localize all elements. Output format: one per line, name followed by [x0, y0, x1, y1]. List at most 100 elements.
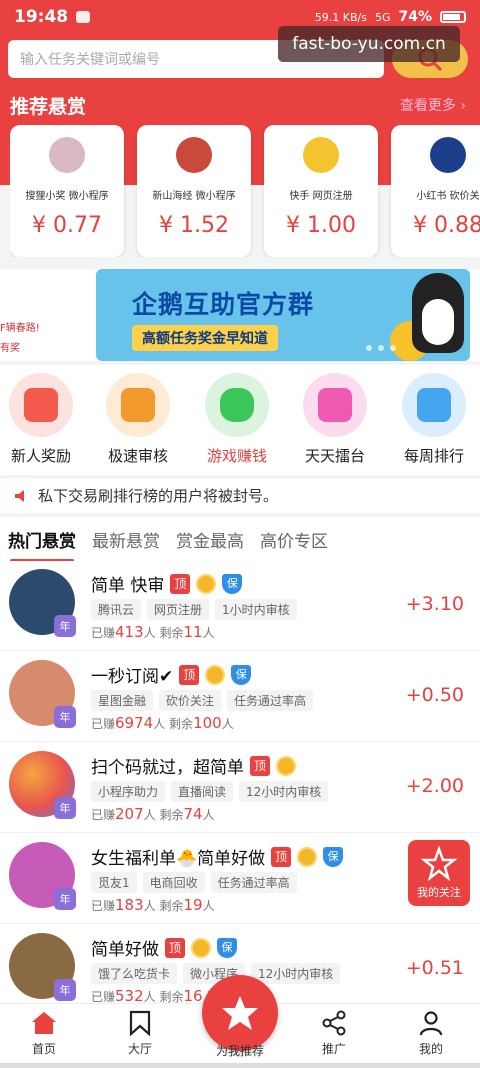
task-tag: 任务通过率高 — [210, 872, 297, 893]
nav-mine[interactable]: 我的 — [396, 1010, 466, 1057]
card-price: ¥ 1.00 — [286, 213, 356, 238]
year-badge: 年 — [54, 888, 76, 910]
task-tag: 直播阅读 — [171, 781, 234, 802]
speaker-icon — [15, 489, 24, 502]
banner-pagination — [366, 345, 396, 351]
quick-new-user-reward[interactable]: 新人奖励 — [0, 373, 82, 466]
tab-highest[interactable]: 赏金最高 — [176, 527, 244, 552]
net-speed: 59.1 KB/s — [314, 10, 367, 24]
top-badge: 顶 — [165, 937, 185, 958]
recommend-card[interactable]: 新山海经 微小程序 ¥ 1.52 — [137, 125, 251, 257]
coin-icon — [205, 664, 226, 685]
top-badge: 顶 — [250, 755, 270, 776]
quick-label: 极速审核 — [107, 447, 168, 465]
banner-prev-peek: F辆春路! 有奖 — [0, 269, 90, 361]
banner-subtitle: 高额任务奖金早知道 — [132, 325, 278, 351]
task-title: 一秒订阅✔ — [91, 667, 174, 687]
tab-latest[interactable]: 最新悬赏 — [92, 527, 160, 552]
task-reward: +0.50 — [405, 684, 464, 706]
penguin-icon — [412, 273, 464, 353]
document-icon — [121, 388, 155, 422]
tab-hot[interactable]: 热门悬赏 — [8, 527, 76, 562]
quick-label: 每周排行 — [403, 447, 464, 465]
guarantee-badge: 保 — [222, 573, 243, 594]
quick-label: 游戏赚钱 — [206, 447, 267, 465]
top-badge: 顶 — [170, 573, 191, 594]
app-logo-icon — [430, 137, 466, 173]
task-stats: 已赚183人 剩余19人 — [91, 896, 215, 914]
coin-icon — [297, 846, 318, 867]
recommend-fab-button[interactable] — [202, 975, 278, 1051]
task-row[interactable]: 年 扫个码就过，超简单 顶 小程序助力 直播阅读 12小时内审核 已赚207人 … — [0, 743, 480, 833]
follow-label: 我的关注 — [417, 886, 461, 899]
nav-home[interactable]: 首页 — [9, 1010, 79, 1057]
gamepad-icon — [220, 388, 254, 422]
status-time: 19:48 — [14, 7, 69, 27]
banner-prev-text: 有奖 — [0, 343, 20, 354]
banner-title: 企鹅互助官方群 — [132, 290, 315, 319]
card-tags: 小红书 砍价关 — [416, 191, 480, 202]
task-tag: 12小时内审核 — [239, 781, 329, 802]
guarantee-badge: 保 — [217, 937, 237, 958]
quick-weekly-rank[interactable]: 每周排行 — [393, 373, 475, 466]
promo-banner[interactable]: F辆春路! 有奖 企鹅互助官方群 高额任务奖金早知道 — [0, 269, 480, 361]
task-tag: 网页注册 — [147, 599, 210, 620]
user-icon — [419, 1011, 443, 1036]
nav-hall[interactable]: 大厅 — [105, 1010, 175, 1057]
task-row[interactable]: 年 简单 快审 顶 保 腾讯云 网页注册 1小时内审核 已赚413人 剩余11人… — [0, 561, 480, 651]
task-stats: 已赚532人 剩余16人 — [91, 987, 215, 1003]
bar-chart-icon — [417, 388, 451, 422]
recommend-card[interactable]: 快手 网页注册 ¥ 1.00 — [264, 125, 378, 257]
my-follow-button[interactable]: 我的关注 — [408, 840, 470, 906]
task-tag: 星图金融 — [91, 690, 154, 711]
recommend-card[interactable]: 小红书 砍价关 ¥ 0.88 — [391, 125, 480, 257]
task-reward: +0.51 — [405, 957, 464, 979]
task-tag: 饿了么吃货卡 — [91, 963, 178, 984]
task-tag: 电商回收 — [142, 872, 205, 893]
tab-premium[interactable]: 高价专区 — [260, 527, 328, 552]
year-badge: 年 — [54, 797, 76, 819]
home-icon — [32, 1012, 56, 1034]
share-icon — [322, 1010, 346, 1036]
gesture-bar — [0, 1063, 480, 1068]
nav-label: 大厅 — [127, 1042, 152, 1056]
top-badge: 顶 — [179, 664, 200, 685]
recommend-card[interactable]: 搜狸小奖 微小程序 ¥ 0.77 — [10, 125, 124, 257]
banner-prev-text: F辆春路! — [0, 323, 40, 334]
signal-label: 5G — [374, 10, 391, 24]
battery-percent: 74% — [398, 9, 432, 25]
year-badge: 年 — [54, 615, 76, 637]
nav-label: 推广 — [321, 1042, 346, 1056]
notice-text: 私下交易刷排行榜的用户将被封号。 — [38, 487, 279, 505]
bookmark-icon — [129, 1010, 151, 1036]
coin-icon — [276, 755, 296, 776]
notice-bar[interactable]: 私下交易刷排行榜的用户将被封号。 — [0, 477, 480, 513]
nav-promote[interactable]: 推广 — [299, 1010, 369, 1057]
card-tags: 搜狸小奖 微小程序 — [25, 191, 109, 202]
star-icon — [222, 996, 258, 1030]
nav-recommend-label[interactable]: 为我推荐 — [190, 1042, 290, 1059]
view-more-link[interactable]: 查看更多 › — [400, 95, 466, 115]
nav-label: 我的 — [418, 1042, 443, 1056]
quick-label: 天天擂台 — [304, 447, 365, 465]
task-tag: 腾讯云 — [91, 599, 142, 620]
task-list: 年 简单 快审 顶 保 腾讯云 网页注册 1小时内审核 已赚413人 剩余11人… — [0, 561, 480, 1003]
task-title: 扫个码就过，超简单 — [91, 758, 244, 778]
coin-icon — [191, 937, 211, 958]
card-tags: 新山海经 微小程序 — [152, 191, 236, 202]
quick-daily-arena[interactable]: 天天擂台 — [294, 373, 376, 466]
task-row[interactable]: 年 一秒订阅✔ 顶 保 星图金融 砍价关注 任务通过率高 已赚6974人 剩余1… — [0, 652, 480, 742]
coin-icon — [196, 573, 217, 594]
app-logo-icon — [49, 137, 85, 173]
quick-game-earn[interactable]: 游戏赚钱 — [196, 373, 278, 466]
nav-label: 首页 — [31, 1042, 56, 1056]
quick-fast-review[interactable]: 极速审核 — [97, 373, 179, 466]
top-badge: 顶 — [271, 846, 292, 867]
task-title: 简单好做 — [91, 940, 159, 960]
card-price: ¥ 0.88 — [413, 213, 480, 238]
card-price: ¥ 0.77 — [32, 213, 102, 238]
task-tag: 小程序助力 — [91, 781, 166, 802]
watermark: fast-bo-yu.com.cn — [278, 26, 460, 62]
task-tag: 任务通过率高 — [227, 690, 314, 711]
banner-main[interactable]: 企鹅互助官方群 高额任务奖金早知道 — [96, 269, 470, 361]
